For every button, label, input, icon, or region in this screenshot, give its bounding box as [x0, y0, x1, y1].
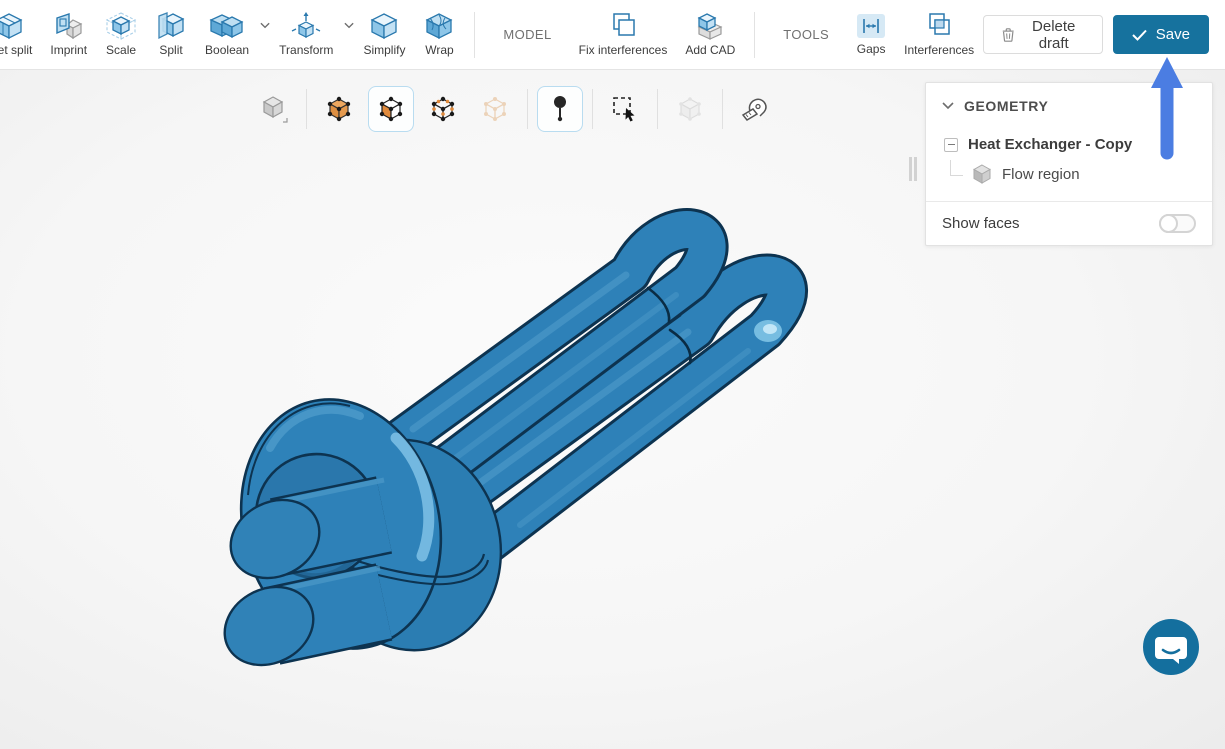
toolbar-label: Imprint	[50, 43, 87, 57]
show-faces-label: Show faces	[942, 215, 1020, 232]
transform-dropdown-chevron-icon[interactable]	[344, 22, 354, 29]
imprint-icon	[53, 12, 85, 40]
toolbar-boolean-button[interactable]: Boolean	[196, 4, 258, 66]
toolbar-label: Transform	[279, 43, 333, 57]
selection-mode-cube-icon	[259, 94, 289, 124]
cad-edit-window: y acet split	[0, 0, 1225, 749]
toolbar-scale-button[interactable]: Scale	[96, 4, 146, 66]
toolbar-separator	[474, 12, 475, 58]
toolbar-actions: Delete draft Save	[983, 15, 1225, 54]
gaps-icon	[856, 13, 886, 39]
toolbar-label: Simplify	[363, 43, 405, 57]
show-faces-row: Show faces	[926, 202, 1212, 245]
face-select-button[interactable]	[368, 86, 414, 132]
delete-draft-button[interactable]: Delete draft	[983, 15, 1103, 54]
edge-select-icon	[430, 96, 456, 122]
toolbar-label: Scale	[106, 43, 136, 57]
face-select-icon	[378, 96, 404, 122]
toolbar-separator	[722, 89, 723, 129]
toggle-knob	[1159, 214, 1178, 233]
geometry-panel-header[interactable]: GEOMETRY	[926, 83, 1212, 126]
toolbar-interferences-button[interactable]: Interferences	[895, 4, 983, 66]
toolbar-label: acet split	[0, 43, 32, 57]
interferences-icon	[923, 12, 955, 40]
toolbar-label: Add CAD	[685, 43, 735, 57]
simplify-icon	[368, 12, 400, 40]
selection-toolbar	[248, 86, 781, 132]
toolbar-label: Interferences	[904, 43, 974, 57]
vertex-select-button[interactable]	[472, 86, 518, 132]
geometry-panel: GEOMETRY Heat Exchanger - Copy Flow regi…	[925, 82, 1213, 246]
tree-item-flow-region[interactable]: Flow region	[926, 157, 1212, 201]
assembly-view-button[interactable]	[667, 86, 713, 132]
facet-split-icon	[0, 12, 25, 40]
toolbar-separator	[306, 89, 307, 129]
panel-resize-handle[interactable]	[909, 157, 917, 181]
toolbar-separator	[754, 12, 755, 58]
navigation-cube[interactable]: y	[1060, 745, 1225, 749]
toolbar-gaps-button[interactable]: Gaps	[847, 4, 895, 66]
geometry-panel-title: GEOMETRY	[964, 98, 1048, 114]
pin-probe-icon	[548, 95, 572, 123]
toolbar-imprint-button[interactable]: Imprint	[41, 4, 96, 66]
measure-tape-icon	[740, 95, 770, 123]
toolbar-separator	[527, 89, 528, 129]
boolean-icon	[209, 12, 245, 40]
toolbar-transform-button[interactable]: Transform	[270, 4, 342, 66]
toolbar-label: Wrap	[425, 43, 453, 57]
toolbar-label: Gaps	[857, 42, 886, 56]
chevron-down-icon	[942, 102, 954, 110]
cad-toolbar: acet split Imprint Scale	[0, 0, 1225, 70]
chat-support-button[interactable]	[1141, 617, 1201, 677]
toolbar-simplify-button[interactable]: Simplify	[354, 4, 414, 66]
volume-select-button[interactable]	[316, 86, 362, 132]
toolbar-separator	[657, 89, 658, 129]
boolean-dropdown-chevron-icon[interactable]	[260, 22, 270, 29]
scale-icon	[105, 12, 137, 40]
toolbar-facet-split-button[interactable]: acet split	[0, 4, 41, 66]
assembly-view-icon	[676, 95, 704, 123]
toolbar-separator	[592, 89, 593, 129]
trash-icon	[1002, 26, 1014, 44]
show-faces-toggle[interactable]	[1159, 214, 1196, 233]
toolbar-fix-interferences-button[interactable]: Fix interferences	[570, 4, 677, 66]
toolbar-wrap-button[interactable]: Wrap	[414, 4, 464, 66]
wrap-icon	[423, 12, 455, 40]
pin-probe-button[interactable]	[537, 86, 583, 132]
delete-draft-label: Delete draft	[1024, 18, 1084, 52]
dropdown-corner-icon	[283, 118, 287, 122]
save-label: Save	[1156, 26, 1190, 43]
tree-root-label: Heat Exchanger - Copy	[968, 136, 1132, 153]
toolbar-label: Split	[159, 43, 182, 57]
toolbar-label: Boolean	[205, 43, 249, 57]
tree-connector	[950, 160, 963, 176]
toolbar-split-button[interactable]: Split	[146, 4, 196, 66]
solid-cube-icon	[971, 163, 993, 185]
model-section-label: MODEL	[485, 27, 569, 42]
fix-interferences-icon	[607, 12, 639, 40]
vertex-select-icon	[482, 96, 508, 122]
edge-select-button[interactable]	[420, 86, 466, 132]
split-icon	[155, 12, 187, 40]
box-select-icon	[611, 95, 639, 123]
box-select-button[interactable]	[602, 86, 648, 132]
volume-select-icon	[326, 96, 352, 122]
add-cad-icon	[694, 12, 726, 40]
save-button[interactable]: Save	[1113, 15, 1209, 54]
collapse-expander-icon[interactable]	[944, 138, 958, 152]
toolbar-label: Fix interferences	[579, 43, 668, 57]
toolbar-add-cad-button[interactable]: Add CAD	[676, 4, 744, 66]
tree-child-label: Flow region	[1002, 166, 1080, 183]
tree-item-heat-exchanger[interactable]: Heat Exchanger - Copy	[926, 126, 1212, 157]
transform-icon	[290, 12, 322, 40]
check-icon	[1132, 29, 1147, 41]
selection-mode-button[interactable]	[251, 86, 297, 132]
measure-tape-button[interactable]	[732, 86, 778, 132]
tools-section-label: TOOLS	[765, 27, 847, 42]
